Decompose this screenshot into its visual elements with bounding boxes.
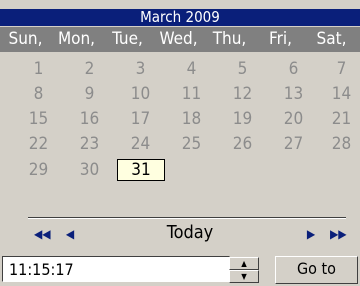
today-button[interactable]: Today [140,222,240,244]
day-cell-selected[interactable]: 31 [117,159,165,181]
day-cell[interactable]: 5 [217,58,268,80]
day-cell[interactable]: 28 [316,133,360,155]
right-arrow-icon: ▶ [306,227,316,241]
weekday-sat: Sat, [316,29,347,49]
next-year-button[interactable]: ▶▶ [330,224,347,244]
weekday-tue: Tue, [112,29,143,49]
day-cell[interactable]: 7 [316,58,360,80]
calendar-panel: March 2009 Sun, Mon, Tue, Wed, Thu, Fri,… [0,0,360,286]
day-cell[interactable]: 1 [13,58,64,80]
day-cell[interactable]: 20 [268,108,319,130]
day-cell[interactable]: 22 [13,133,64,155]
weekday-mon: Mon, [57,29,96,49]
day-cell[interactable]: 3 [115,58,166,80]
day-cell[interactable]: 19 [217,108,268,130]
day-cell[interactable]: 6 [268,58,319,80]
day-cell[interactable]: 9 [64,83,115,105]
spin-down-button[interactable]: ▼ [229,270,259,283]
weekday-thu: Thu, [212,29,247,49]
day-cell[interactable]: 23 [64,133,115,155]
day-cell[interactable]: 2 [64,58,115,80]
day-cell[interactable]: 12 [217,83,268,105]
day-cell[interactable]: 26 [217,133,268,155]
day-cell[interactable]: 13 [268,83,319,105]
day-cell[interactable]: 21 [316,108,360,130]
weekday-fri: Fri, [269,29,292,49]
day-cell[interactable]: 17 [115,108,166,130]
prev-year-button[interactable]: ◀◀ [34,224,51,244]
day-cell[interactable]: 25 [166,133,217,155]
weekday-wed: Wed, [159,29,198,49]
day-cell[interactable]: 8 [13,83,64,105]
day-cell[interactable]: 30 [64,159,115,181]
day-cell[interactable]: 4 [166,58,217,80]
spin-down-icon: ▼ [241,272,247,281]
day-cell[interactable]: 16 [64,108,115,130]
nav-divider [28,217,346,219]
day-cell[interactable]: 29 [13,159,64,181]
next-month-button[interactable]: ▶ [305,224,317,244]
time-input[interactable] [2,256,230,282]
prev-month-button[interactable]: ◀ [64,224,76,244]
spin-up-button[interactable]: ▲ [229,257,259,270]
spin-up-icon: ▲ [241,259,247,268]
weekday-sun: Sun, [8,29,43,49]
double-left-arrow-icon: ◀◀ [34,227,51,241]
day-cell[interactable]: 24 [115,133,166,155]
day-cell[interactable]: 15 [13,108,64,130]
day-cell[interactable]: 10 [115,83,166,105]
left-arrow-icon: ◀ [65,227,75,241]
weekday-header-row: Sun, Mon, Tue, Wed, Thu, Fri, Sat, [0,27,360,52]
goto-button[interactable]: Go to [275,256,358,284]
day-grid: 1 2 3 4 5 6 7 8 9 10 11 12 13 14 15 16 1… [0,52,360,212]
month-title: March 2009 [0,9,360,26]
day-cell[interactable]: 27 [268,133,319,155]
day-cell[interactable]: 11 [166,83,217,105]
double-right-arrow-icon: ▶▶ [330,227,347,241]
day-cell[interactable]: 14 [316,83,360,105]
day-cell[interactable]: 18 [166,108,217,130]
